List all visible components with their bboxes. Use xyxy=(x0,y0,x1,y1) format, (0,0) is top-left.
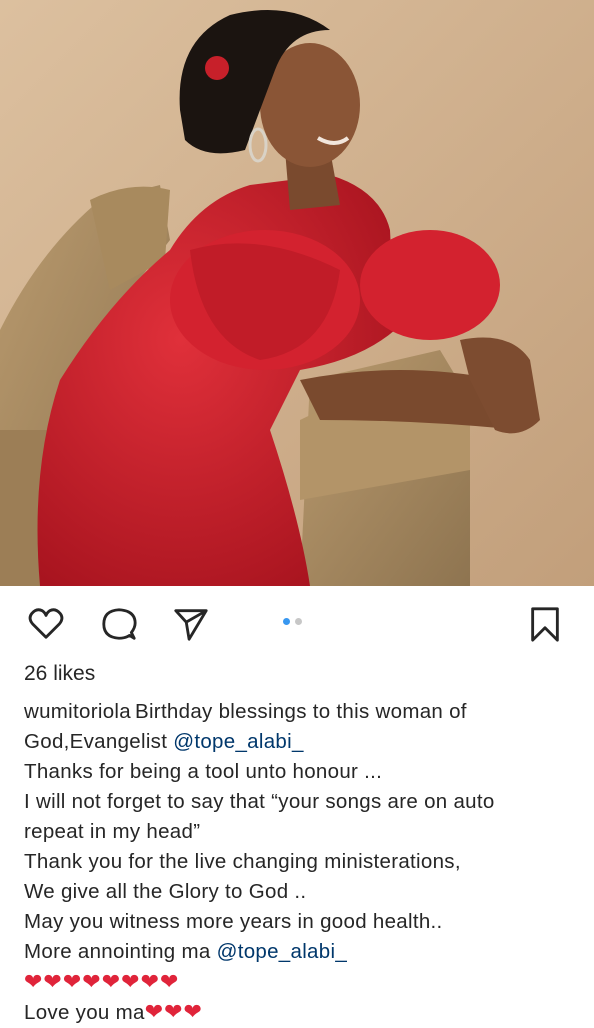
post-caption: wumitoriola Birthday blessings to this wo… xyxy=(24,697,584,1028)
likes-count[interactable]: 26 likes xyxy=(24,662,95,686)
post-photo[interactable] xyxy=(0,0,594,586)
caption-text: Thank you for the live changing minister… xyxy=(24,850,461,873)
caption-username[interactable]: wumitoriola xyxy=(24,700,131,723)
carousel-dot-active xyxy=(283,618,290,625)
like-button[interactable] xyxy=(26,604,66,644)
caption-text: God,Evangelist xyxy=(24,730,174,753)
bookmark-icon xyxy=(531,607,559,642)
caption-line: More annointing ma @tope_alabi_ xyxy=(24,937,584,967)
caption-line: Love you ma❤❤❤ xyxy=(24,997,584,1028)
caption-text: repeat in my head” xyxy=(24,820,201,843)
caption-text: May you witness more years in good healt… xyxy=(24,910,443,933)
caption-line: I will not forget to say that “your song… xyxy=(24,787,584,817)
caption-text: We give all the Glory to God .. xyxy=(24,880,307,903)
caption-line: Thank you for the live changing minister… xyxy=(24,847,584,877)
photo-illustration xyxy=(0,0,594,586)
caption-line: God,Evangelist @tope_alabi_ xyxy=(24,727,584,757)
carousel-dot xyxy=(295,618,302,625)
caption-line: We give all the Glory to God .. xyxy=(24,877,584,907)
comment-bubble-icon xyxy=(102,608,137,640)
caption-line: May you witness more years in good healt… xyxy=(24,907,584,937)
caption-text: Birthday blessings to this woman of xyxy=(134,700,467,723)
hearts-emoji-line: ❤❤❤❤❤❤❤❤ xyxy=(24,969,180,994)
heart-outline-icon xyxy=(28,608,64,639)
save-button[interactable] xyxy=(525,604,565,644)
caption-text: Thanks for being a tool unto honour ... xyxy=(24,760,383,783)
hearts-emoji: ❤❤❤ xyxy=(144,999,203,1024)
share-button[interactable] xyxy=(171,604,211,644)
mention-link[interactable]: @tope_alabi_ xyxy=(173,730,303,753)
post-action-bar xyxy=(0,596,594,652)
caption-line: wumitoriola Birthday blessings to this wo… xyxy=(24,697,584,727)
caption-text: Love you ma xyxy=(24,1001,145,1024)
caption-text: I will not forget to say that “your song… xyxy=(24,790,495,813)
caption-line: repeat in my head” xyxy=(24,817,584,847)
carousel-indicator xyxy=(283,618,302,625)
caption-text: More annointing ma xyxy=(24,940,217,963)
comment-button[interactable] xyxy=(99,604,139,644)
mention-link[interactable]: @tope_alabi_ xyxy=(217,940,347,963)
paper-plane-icon xyxy=(174,609,208,641)
caption-line: Thanks for being a tool unto honour ... xyxy=(24,757,584,787)
